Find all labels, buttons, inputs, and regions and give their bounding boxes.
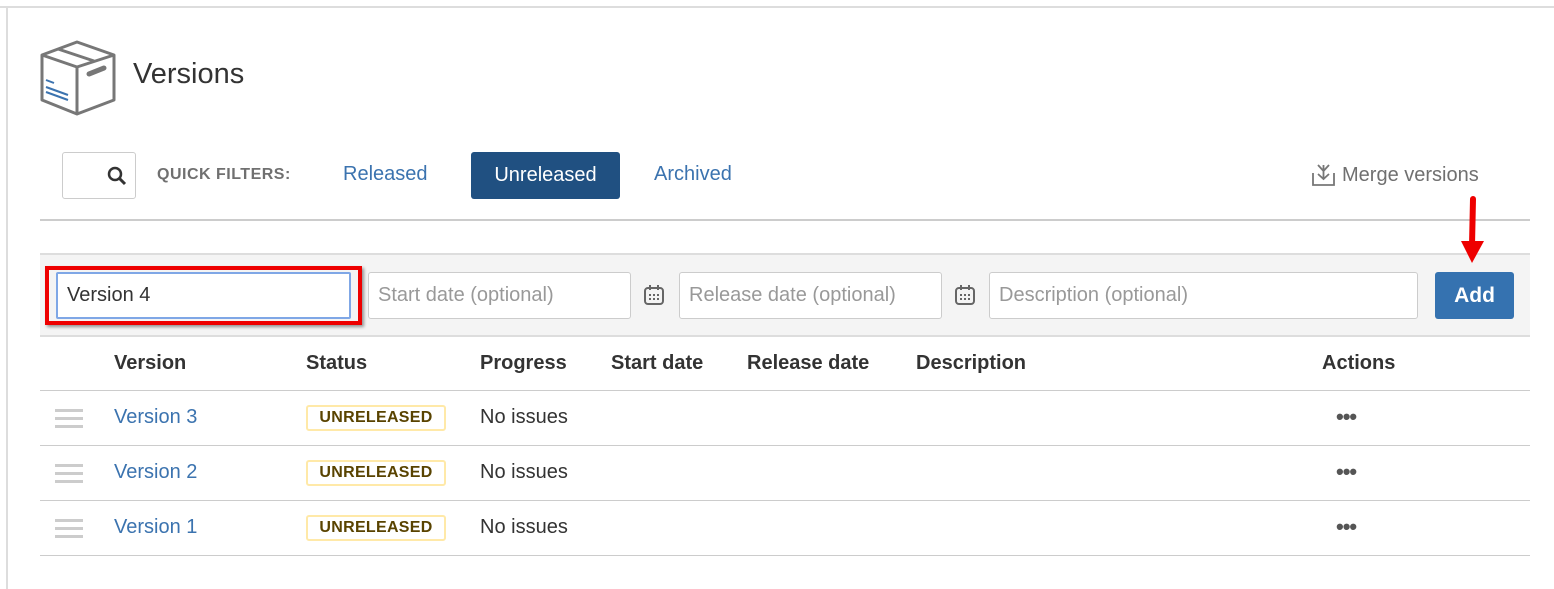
drag-handle-icon[interactable] [55, 519, 83, 543]
row-divider [40, 555, 1530, 556]
version-link[interactable]: Version 2 [114, 461, 197, 484]
left-border [6, 6, 8, 589]
status-badge: UNRELEASED [306, 515, 446, 541]
actions-menu-button[interactable]: ••• [1336, 514, 1357, 540]
row-divider [40, 390, 1530, 391]
filter-unreleased[interactable]: Unreleased [471, 152, 620, 199]
divider [40, 219, 1530, 221]
column-header-description: Description [916, 352, 1027, 374]
progress-text: No issues [480, 406, 568, 428]
description-input[interactable] [989, 272, 1418, 319]
version-name-input[interactable] [56, 272, 351, 319]
add-button[interactable]: Add [1435, 272, 1514, 319]
package-box-icon [40, 40, 116, 116]
quick-filters-label: QUICK FILTERS: [157, 166, 291, 183]
row-divider [40, 500, 1530, 501]
page-title: Versions [133, 58, 245, 90]
drag-handle-icon[interactable] [55, 409, 83, 433]
column-header-release-date: Release date [747, 352, 870, 374]
status-badge: UNRELEASED [306, 460, 446, 486]
calendar-icon[interactable] [954, 284, 976, 306]
progress-text: No issues [480, 516, 568, 538]
drag-handle-icon[interactable] [55, 464, 83, 488]
search-icon [107, 166, 127, 186]
merge-icon [1312, 164, 1335, 186]
column-header-version: Version [114, 352, 187, 374]
red-arrow-annotation [1461, 196, 1484, 263]
start-date-input[interactable] [368, 272, 631, 319]
version-link[interactable]: Version 1 [114, 516, 197, 539]
merge-versions-button[interactable]: Merge versions [1311, 163, 1479, 187]
filter-released[interactable]: Released [343, 163, 428, 186]
progress-text: No issues [480, 461, 568, 483]
version-link[interactable]: Version 3 [114, 406, 197, 429]
filter-archived[interactable]: Archived [654, 163, 732, 186]
column-header-status: Status [306, 352, 368, 374]
merge-versions-label: Merge versions [1342, 163, 1479, 186]
top-border [0, 6, 1554, 8]
column-header-actions: Actions [1322, 352, 1396, 374]
status-badge: UNRELEASED [306, 405, 446, 431]
calendar-icon[interactable] [643, 284, 665, 306]
column-header-progress: Progress [480, 352, 567, 374]
actions-menu-button[interactable]: ••• [1336, 404, 1357, 430]
actions-menu-button[interactable]: ••• [1336, 459, 1357, 485]
column-header-start-date: Start date [611, 352, 704, 374]
release-date-input[interactable] [679, 272, 942, 319]
search-input[interactable] [62, 152, 136, 199]
row-divider [40, 445, 1530, 446]
